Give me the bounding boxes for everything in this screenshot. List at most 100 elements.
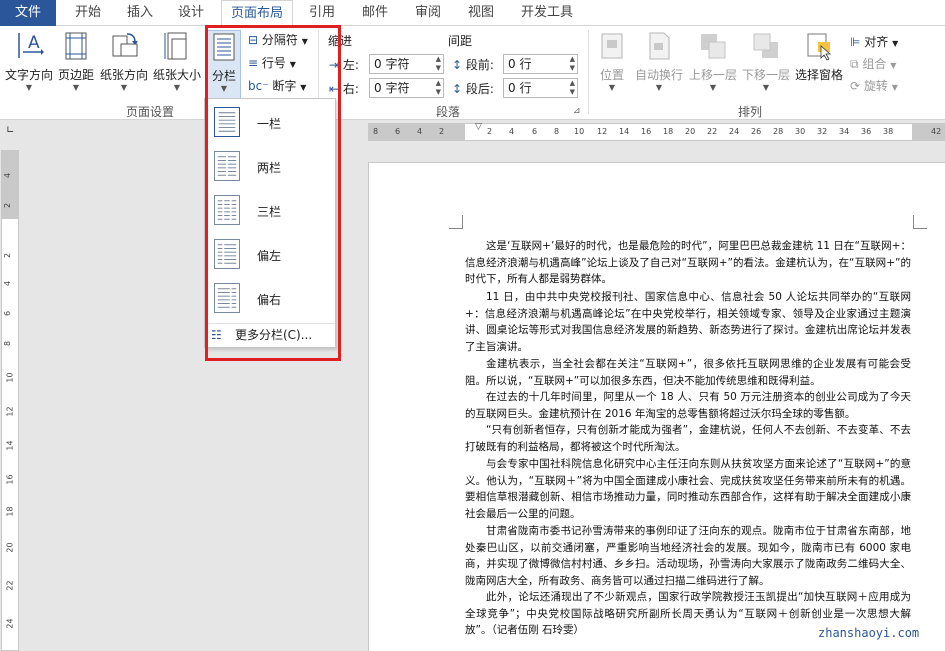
crop-mark (913, 215, 927, 229)
right-column-icon (214, 283, 240, 313)
spacing-after-label: ↕ 段后: (452, 82, 494, 96)
indent-title: 缩进 (328, 34, 353, 48)
indent-right-icon: ⇤ (329, 82, 340, 96)
watermark: zhanshaoyi.com (818, 626, 920, 640)
group-divider (588, 30, 589, 114)
tab-selector[interactable]: ∟ (0, 120, 22, 142)
spinner-arrows[interactable]: ▲ ▼ (436, 79, 441, 97)
ruler-tick: 8 (3, 340, 13, 347)
tab-mailings[interactable]: 邮件 (357, 0, 393, 26)
tab-review[interactable]: 审阅 (410, 0, 446, 26)
columns-left-option[interactable]: 偏左 (205, 233, 335, 277)
ruler-tick: 10 (5, 372, 15, 383)
align-icon: ⊫ (850, 35, 861, 49)
ruler-tick: 2 (439, 127, 445, 136)
hyphenation-icon: bc⁻ (248, 79, 269, 93)
tab-page-layout[interactable]: 页面布局 (221, 0, 293, 27)
ruler-tick: 16 (641, 127, 652, 136)
breaks-button[interactable]: ⊟ 分隔符 ▼ (248, 30, 308, 50)
ruler-tick: 20 (5, 542, 15, 553)
ruler-tick: 2 (3, 202, 13, 209)
tab-home[interactable]: 开始 (70, 0, 106, 26)
selection-pane-icon (807, 33, 832, 61)
ruler-tick: 14 (5, 440, 15, 451)
ruler-tick: 6 (532, 127, 538, 136)
ruler-tick: 18 (663, 127, 674, 136)
page-setup-group-label: 页面设置 (125, 105, 174, 119)
line-numbers-button[interactable]: ≡ 行号 ▼ (248, 53, 296, 73)
orientation-button[interactable]: 纸张方向 ▼ (98, 30, 150, 93)
columns-two-option[interactable]: 两栏 (205, 145, 335, 189)
paragraph-group-label: 段落 (435, 105, 460, 119)
hyphenation-button[interactable]: bc⁻ 断字 ▼ (248, 76, 306, 96)
ruler-tick: 6 (3, 310, 13, 317)
spinner-arrows[interactable]: ▲ ▼ (570, 55, 575, 73)
spacing-before-input[interactable]: 0 行 ▲ ▼ (503, 54, 578, 74)
paragraph: 这是‘互联网+’最好的时代，也是最危险的时代”，阿里巴巴总裁金建杭 11 日在“… (465, 240, 911, 286)
margins-button[interactable]: 页边距 ▼ (56, 30, 96, 93)
spacing-after-icon: ↕ (452, 82, 463, 96)
ruler-tick: 2 (487, 127, 493, 136)
indent-right-input[interactable]: 0 字符 ▲ ▼ (369, 78, 444, 98)
tab-design[interactable]: 设计 (173, 0, 209, 26)
ruler-tick: 4 (3, 172, 13, 179)
indent-right-label: ⇤ 右: (329, 82, 359, 96)
bring-forward-button[interactable]: 上移一层 ▼ (687, 30, 739, 93)
align-button[interactable]: ⊫ 对齐 ▼ (850, 32, 898, 52)
arrange-group-label: 排列 (737, 105, 762, 119)
ruler-tick: 26 (751, 127, 762, 136)
vertical-ruler[interactable]: 4 2 2 4 6 8 10 12 14 16 18 20 22 24 (1, 150, 19, 651)
tab-file[interactable]: 文件 (0, 0, 56, 26)
size-button[interactable]: 纸张大小 ▼ (151, 30, 203, 93)
ruler-tick: 30 (795, 127, 806, 136)
tab-references[interactable]: 引用 (304, 0, 340, 26)
horizontal-ruler[interactable]: 8 6 4 2 2 4 6 8 10 12 14 16 18 20 22 24 26 28 30 32 34 36 38 42… (368, 122, 945, 141)
paragraph: 甘肃省陇南市委书记孙雪涛带来的事例印证了汪向东的观点。陇南市位于甘肃省东南部，地… (465, 525, 911, 588)
indent-left-input[interactable]: 0 字符 ▲ ▼ (369, 54, 444, 74)
tab-developer[interactable]: 开发工具 (514, 0, 580, 26)
ruler-tick: 28 (773, 127, 784, 136)
spacing-after-input[interactable]: 0 行 ▲ ▼ (503, 78, 578, 98)
columns-button[interactable]: 分栏 ▼ (207, 30, 241, 102)
ruler-tick: 32 (817, 127, 828, 136)
ruler-tick: 16 (5, 474, 15, 485)
wrap-text-button[interactable]: 自动换行 ▼ (632, 30, 686, 93)
spinner-arrows[interactable]: ▲ ▼ (436, 55, 441, 73)
document-page[interactable]: 这是‘互联网+’最好的时代，也是最危险的时代”，阿里巴巴总裁金建杭 11 日在“… (368, 162, 945, 651)
columns-right-option[interactable]: 偏右 (205, 277, 335, 321)
ruler-tick: 8 (373, 127, 379, 136)
tab-view[interactable]: 视图 (463, 0, 499, 26)
ruler-tick: 38 (883, 127, 894, 136)
text-direction-button[interactable]: A 文字方向 ▼ (2, 30, 56, 93)
columns-three-option[interactable]: 三栏 (205, 189, 335, 233)
ruler-tick: 4 (417, 127, 423, 136)
send-backward-button[interactable]: 下移一层 ▼ (740, 30, 792, 93)
ruler-tick: 8 (554, 127, 560, 136)
one-column-icon (214, 107, 240, 137)
ruler-tick: 12 (5, 406, 15, 417)
wrap-text-icon (649, 32, 670, 60)
ruler-tick: 24 (729, 127, 740, 136)
ruler-tick: 2 (3, 252, 13, 259)
rotate-button[interactable]: ⟳ 旋转 ▼ (850, 76, 898, 96)
two-columns-icon (214, 151, 240, 181)
svg-text:A: A (28, 33, 40, 53)
ruler-tick: 24 (5, 618, 15, 629)
columns-icon (213, 33, 235, 61)
ruler-tick: 42 (931, 127, 942, 136)
send-backward-icon (753, 33, 778, 58)
ruler-tick: 22 (5, 580, 15, 591)
margins-icon (65, 32, 87, 60)
ruler-tick: 34 (839, 127, 850, 136)
position-button[interactable]: 位置 ▼ (594, 30, 630, 93)
spinner-arrows[interactable]: ▲ ▼ (570, 79, 575, 97)
group-button[interactable]: ⧉ 组合 ▼ (850, 54, 896, 74)
dialog-launcher-icon[interactable]: ⊿ (573, 106, 581, 116)
ruler-tick: 10 (574, 127, 585, 136)
bring-forward-icon (701, 34, 726, 59)
indent-marker-icon[interactable]: ▽ (475, 122, 482, 132)
columns-one-option[interactable]: 一栏 (205, 101, 335, 145)
more-columns-option[interactable]: ☷ 更多分栏(C)... (205, 323, 335, 345)
tab-insert[interactable]: 插入 (122, 0, 158, 26)
selection-pane-button[interactable]: 选择窗格 (793, 30, 845, 83)
